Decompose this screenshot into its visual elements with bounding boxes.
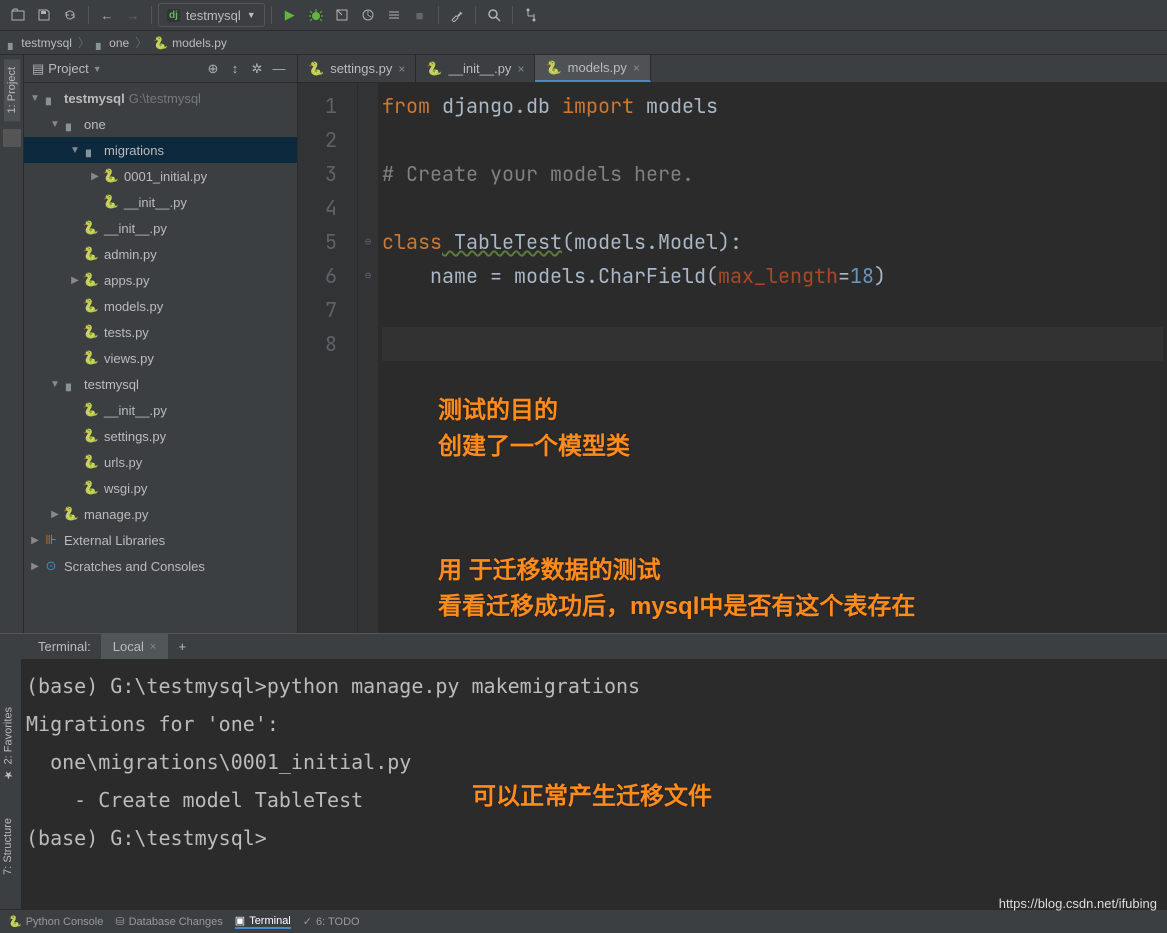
status-bar: 🐍 Python Console ⛁ Database Changes ▣ Te…	[0, 909, 1167, 933]
tab-models[interactable]: 🐍models.py×	[535, 55, 650, 82]
annotation-text: 测试的目的 创建了一个模型类	[438, 393, 630, 465]
tree-file[interactable]: 🐍urls.py	[24, 449, 297, 475]
editor-area: 🐍settings.py× 🐍__init__.py× 🐍models.py× …	[298, 55, 1167, 633]
terminal-output[interactable]: (base) G:\testmysql>python manage.py mak…	[22, 659, 1167, 909]
tree-folder-testmysql[interactable]: ▼▖ testmysql	[24, 371, 297, 397]
debug-icon[interactable]	[304, 3, 328, 27]
breadcrumb: ▖testmysql 〉 ▖one 〉 🐍models.py	[0, 31, 1167, 55]
run-config-selector[interactable]: dj testmysql ▼	[158, 3, 265, 27]
wrench-icon[interactable]	[445, 3, 469, 27]
refresh-icon[interactable]	[58, 3, 82, 27]
editor-body[interactable]: 1 2 3 4 5 6 7 8 ⊖⊖ from django.db import…	[298, 83, 1167, 633]
annotation-text: 用 于迁移数据的测试 看看迁移成功后，mysql中是否有这个表存在	[438, 553, 915, 625]
code-content[interactable]: from django.db import models # Create yo…	[378, 83, 1167, 633]
breadcrumb-item[interactable]: 🐍models.py	[153, 36, 227, 50]
search-icon[interactable]	[482, 3, 506, 27]
collapse-icon[interactable]: ↕	[225, 59, 245, 79]
profile-icon[interactable]	[356, 3, 380, 27]
project-tool-tab[interactable]: 1: Project	[4, 59, 20, 121]
editor-tabs: 🐍settings.py× 🐍__init__.py× 🐍models.py×	[298, 55, 1167, 83]
main-toolbar: ← → dj testmysql ▼ ▶ ■	[0, 0, 1167, 31]
attach-icon[interactable]	[382, 3, 406, 27]
django-icon: dj	[167, 9, 180, 22]
tab-settings[interactable]: 🐍settings.py×	[298, 55, 416, 82]
tree-scratches[interactable]: ▶⊙ Scratches and Consoles	[24, 553, 297, 579]
terminal-tab[interactable]: ▣ Terminal	[235, 914, 291, 929]
favorites-tool-tab[interactable]: ★ 2: Favorites	[0, 699, 17, 789]
tree-file[interactable]: 🐍views.py	[24, 345, 297, 371]
stop-icon[interactable]: ■	[408, 3, 432, 27]
breadcrumb-item[interactable]: ▖one	[96, 36, 129, 50]
vcs-icon[interactable]	[519, 3, 543, 27]
tree-file[interactable]: ▶🐍manage.py	[24, 501, 297, 527]
hide-icon[interactable]: —	[269, 59, 289, 79]
tool-icon[interactable]	[3, 129, 21, 147]
tree-external-libs[interactable]: ▶⊪ External Libraries	[24, 527, 297, 553]
tree-file[interactable]: 🐍__init__.py	[24, 215, 297, 241]
database-changes-tab[interactable]: ⛁ Database Changes	[115, 915, 222, 928]
fold-column: ⊖⊖	[358, 83, 378, 633]
panel-title[interactable]: ▤ Project ▼	[32, 61, 197, 77]
terminal-panel: Terminal: Local× + ★ 2: Favorites 7: Str…	[0, 633, 1167, 909]
tree-file[interactable]: 🐍settings.py	[24, 423, 297, 449]
tree-file[interactable]: ▶🐍 0001_initial.py	[24, 163, 297, 189]
close-icon[interactable]: ×	[633, 61, 640, 75]
line-gutter: 1 2 3 4 5 6 7 8	[298, 83, 358, 633]
breadcrumb-item[interactable]: ▖testmysql	[8, 36, 72, 50]
tree-file[interactable]: 🐍 __init__.py	[24, 189, 297, 215]
terminal-label: Terminal:	[28, 634, 101, 659]
tree-root[interactable]: ▼▖ testmysql G:\testmysql	[24, 85, 297, 111]
tree-file[interactable]: ▶🐍apps.py	[24, 267, 297, 293]
add-terminal-icon[interactable]: +	[168, 634, 196, 659]
left-tool-stripe: 1: Project	[0, 55, 24, 633]
open-icon[interactable]	[6, 3, 30, 27]
project-panel: ▤ Project ▼ ⊕ ↕ ✲ — ▼▖ testmysql G:\test…	[24, 55, 298, 633]
tree-folder-one[interactable]: ▼▖ one	[24, 111, 297, 137]
tree-file[interactable]: 🐍__init__.py	[24, 397, 297, 423]
project-tree[interactable]: ▼▖ testmysql G:\testmysql ▼▖ one ▼▖ migr…	[24, 83, 297, 633]
tree-file[interactable]: 🐍wsgi.py	[24, 475, 297, 501]
tree-file[interactable]: 🐍models.py	[24, 293, 297, 319]
close-icon[interactable]: ×	[517, 62, 524, 76]
run-config-label: testmysql	[186, 8, 241, 23]
chevron-down-icon: ▼	[247, 10, 256, 20]
save-icon[interactable]	[32, 3, 56, 27]
watermark: https://blog.csdn.net/ifubing	[999, 896, 1157, 911]
annotation-text: 可以正常产生迁移文件	[472, 779, 712, 815]
todo-tab[interactable]: ✓ 6: TODO	[303, 915, 360, 928]
target-icon[interactable]: ⊕	[203, 59, 223, 79]
python-console-tab[interactable]: 🐍 Python Console	[8, 915, 103, 928]
tree-file[interactable]: 🐍admin.py	[24, 241, 297, 267]
tab-init[interactable]: 🐍__init__.py×	[416, 55, 535, 82]
back-icon[interactable]: ←	[95, 3, 119, 27]
coverage-icon[interactable]	[330, 3, 354, 27]
gear-icon[interactable]: ✲	[247, 59, 267, 79]
tree-folder-migrations[interactable]: ▼▖ migrations	[24, 137, 297, 163]
close-icon[interactable]: ×	[150, 641, 156, 653]
close-icon[interactable]: ×	[398, 62, 405, 76]
run-icon[interactable]: ▶	[278, 3, 302, 27]
structure-tool-tab[interactable]: 7: Structure	[0, 810, 16, 883]
forward-icon[interactable]: →	[121, 3, 145, 27]
terminal-tab-local[interactable]: Local×	[101, 634, 169, 659]
tree-file[interactable]: 🐍tests.py	[24, 319, 297, 345]
